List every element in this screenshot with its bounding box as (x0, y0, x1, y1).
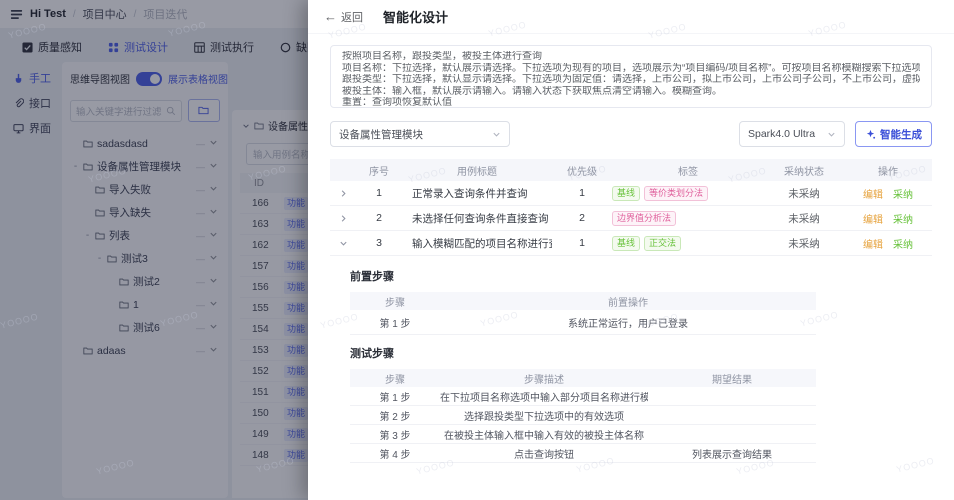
step-desc: 点击查询按钮 (514, 449, 574, 461)
test-step-row: 第 4 步 点击查询按钮 列表展示查询结果 (350, 444, 816, 463)
usecase-tag: 正交法 (644, 235, 682, 251)
usecase-no: 3 (376, 237, 382, 249)
pre-step-row: 第 1 步 系统正常运行，用户已登录 (350, 310, 816, 335)
adopt-link[interactable]: 采纳 (893, 211, 913, 226)
description-line: 重置：查询项恢复默认值 (342, 97, 452, 108)
adopt-link[interactable]: 采纳 (893, 236, 913, 251)
step-no: 第 1 步 (379, 318, 411, 330)
usecase-tag: 等价类划分法 (644, 185, 709, 201)
usecase-table-rows: 1 正常录入查询条件并查询 1 基线 等价类划分法 未采纳 编辑 采纳 2 未选择任何查询条件直接… (330, 181, 932, 256)
usecase-tag: 基线 (612, 185, 641, 201)
test-step-row: 第 2 步 选择跟投类型下拉选项中的有效选项 (350, 406, 816, 425)
edit-link[interactable]: 编辑 (863, 186, 883, 201)
step-no: 第 1 步 (379, 392, 411, 404)
col-header-title: 用例标题 (457, 166, 497, 178)
step-desc: 在下拉项目名称选项中输入部分项目名称进行模糊搜索 (440, 392, 648, 404)
pre-steps-table: 步骤 前置操作第 1 步 系统正常运行，用户已登录 (350, 292, 816, 335)
test-steps-title: 测试步骤 (350, 348, 394, 360)
usecase-title: 正常录入查询条件并查询 (412, 187, 528, 200)
usecase-title: 输入模糊匹配的项目名称进行查询 (412, 237, 552, 250)
usecase-priority: 1 (579, 187, 585, 199)
drawer-title: 智能化设计 (383, 10, 449, 25)
test-steps-table: 步骤步骤描述期望结果第 1 步在下拉项目名称选项中输入部分项目名称进行模糊搜索第… (350, 369, 816, 463)
adopt-link[interactable]: 采纳 (893, 186, 913, 201)
test-step-row: 第 1 步 在下拉项目名称选项中输入部分项目名称进行模糊搜索 (350, 387, 816, 406)
model-select-value: Spark4.0 Ultra (748, 128, 816, 140)
col-header-priority: 优先级 (567, 166, 597, 178)
drawer-body: 按照项目名称，跟投类型，被投主体进行查询 项目名称：下拉选择，默认展示请选择。下拉… (308, 34, 954, 463)
usecase-table: 序号 用例标题 优先级 标签 采纳状态 操作 1 正常录入查询条件并查询 1 基线 等价类划分法未… (330, 159, 932, 256)
chevron-down-icon (827, 130, 836, 139)
chevron-right-icon (339, 189, 348, 198)
usecase-priority: 1 (579, 237, 585, 249)
pre-steps-header: 步骤 前置操作 (350, 292, 816, 310)
model-select[interactable]: Spark4.0 Ultra (739, 121, 845, 147)
description-line: 按照项目名称，跟投类型，被投主体进行查询 (342, 51, 542, 62)
smart-design-drawer: ← 返回 智能化设计 按照项目名称，跟投类型，被投主体进行查询 项目名称：下拉选择，… (308, 0, 954, 500)
test-step-row: 第 3 步 在被投主体输入框中输入有效的被投主体名称 (350, 425, 816, 444)
description-line: 项目名称：下拉选择，默认展示请选择。下拉选项为现有的项目，选项展示为“项目编码/… (342, 62, 920, 74)
usecase-status: 未采纳 (788, 237, 820, 250)
description-line: 跟投类型：下拉选择，默认显示请选择。下拉选项为固定值：请选择，上市公司，拟上市公… (342, 74, 920, 85)
chevron-down-icon (339, 239, 348, 248)
col-header-tags: 标签 (678, 166, 698, 178)
test-steps-header: 步骤 步骤描述 期望结果 (350, 369, 816, 387)
back-label: 返回 (341, 11, 363, 24)
usecase-row[interactable]: 2 未选择任何查询条件直接查询 2 边界值分析法 未采纳 编辑 采纳 (330, 206, 932, 231)
step-no: 第 4 步 (379, 449, 411, 461)
usecase-tag: 基线 (612, 235, 641, 251)
module-select-value: 设备属性管理模块 (339, 128, 423, 141)
usecase-status: 未采纳 (788, 187, 820, 200)
step-no: 第 2 步 (379, 411, 411, 423)
arrow-left-icon: ← (324, 9, 337, 24)
requirement-description: 按照项目名称，跟投类型，被投主体进行查询 项目名称：下拉选择，默认展示请选择。下拉… (330, 45, 932, 108)
usecase-table-header: 序号 用例标题 优先级 标签 采纳状态 操作 (330, 159, 932, 181)
usecase-row[interactable]: 1 正常录入查询条件并查询 1 基线 等价类划分法 未采纳 编辑 采纳 (330, 181, 932, 206)
screen: Hi Test / 项目中心 / 项目迭代 质量感知测试设计测试执行缺陷跟踪流程… (0, 0, 954, 500)
module-select[interactable]: 设备属性管理模块 (330, 121, 510, 147)
usecase-priority: 2 (579, 212, 585, 224)
col-header-status: 采纳状态 (784, 166, 824, 178)
chevron-right-icon (339, 214, 348, 223)
usecase-no: 2 (376, 212, 382, 224)
edit-link[interactable]: 编辑 (863, 211, 883, 226)
usecase-detail: 前置步骤 步骤 前置操作第 1 步 系统正常运行，用户已登录 测试步骤 步骤 步骤描述… (350, 268, 816, 463)
generate-button[interactable]: 智能生成 (855, 121, 932, 147)
usecase-tag: 边界值分析法 (612, 210, 677, 226)
description-line: 被投主体：输入框，默认展示请输入。请输入状态下获取焦点清空请输入。模糊查询。 (342, 85, 722, 97)
usecase-no: 1 (376, 187, 382, 199)
back-button[interactable]: ← 返回 (324, 9, 363, 25)
usecase-status: 未采纳 (788, 212, 820, 225)
col-header-no: 序号 (369, 166, 389, 178)
chevron-down-icon (492, 130, 501, 139)
step-no: 第 3 步 (379, 430, 411, 442)
generate-label: 智能生成 (880, 128, 922, 141)
usecase-title: 未选择任何查询条件直接查询 (412, 212, 549, 225)
step-desc: 在被投主体输入框中输入有效的被投主体名称 (444, 430, 644, 442)
generation-controls: 设备属性管理模块 Spark4.0 Ultra 智能生成 (330, 121, 932, 147)
edit-link[interactable]: 编辑 (863, 236, 883, 251)
col-header-ops: 操作 (878, 166, 898, 178)
magic-icon (865, 129, 876, 140)
usecase-row[interactable]: 3 输入模糊匹配的项目名称进行查询 1 基线正交法 未采纳 编辑采纳 (330, 231, 932, 256)
drawer-header: ← 返回 智能化设计 (308, 0, 954, 34)
pre-steps-title: 前置步骤 (350, 271, 394, 283)
step-action: 系统正常运行，用户已登录 (568, 318, 688, 330)
step-desc: 选择跟投类型下拉选项中的有效选项 (464, 411, 624, 423)
step-expect: 列表展示查询结果 (692, 449, 772, 461)
